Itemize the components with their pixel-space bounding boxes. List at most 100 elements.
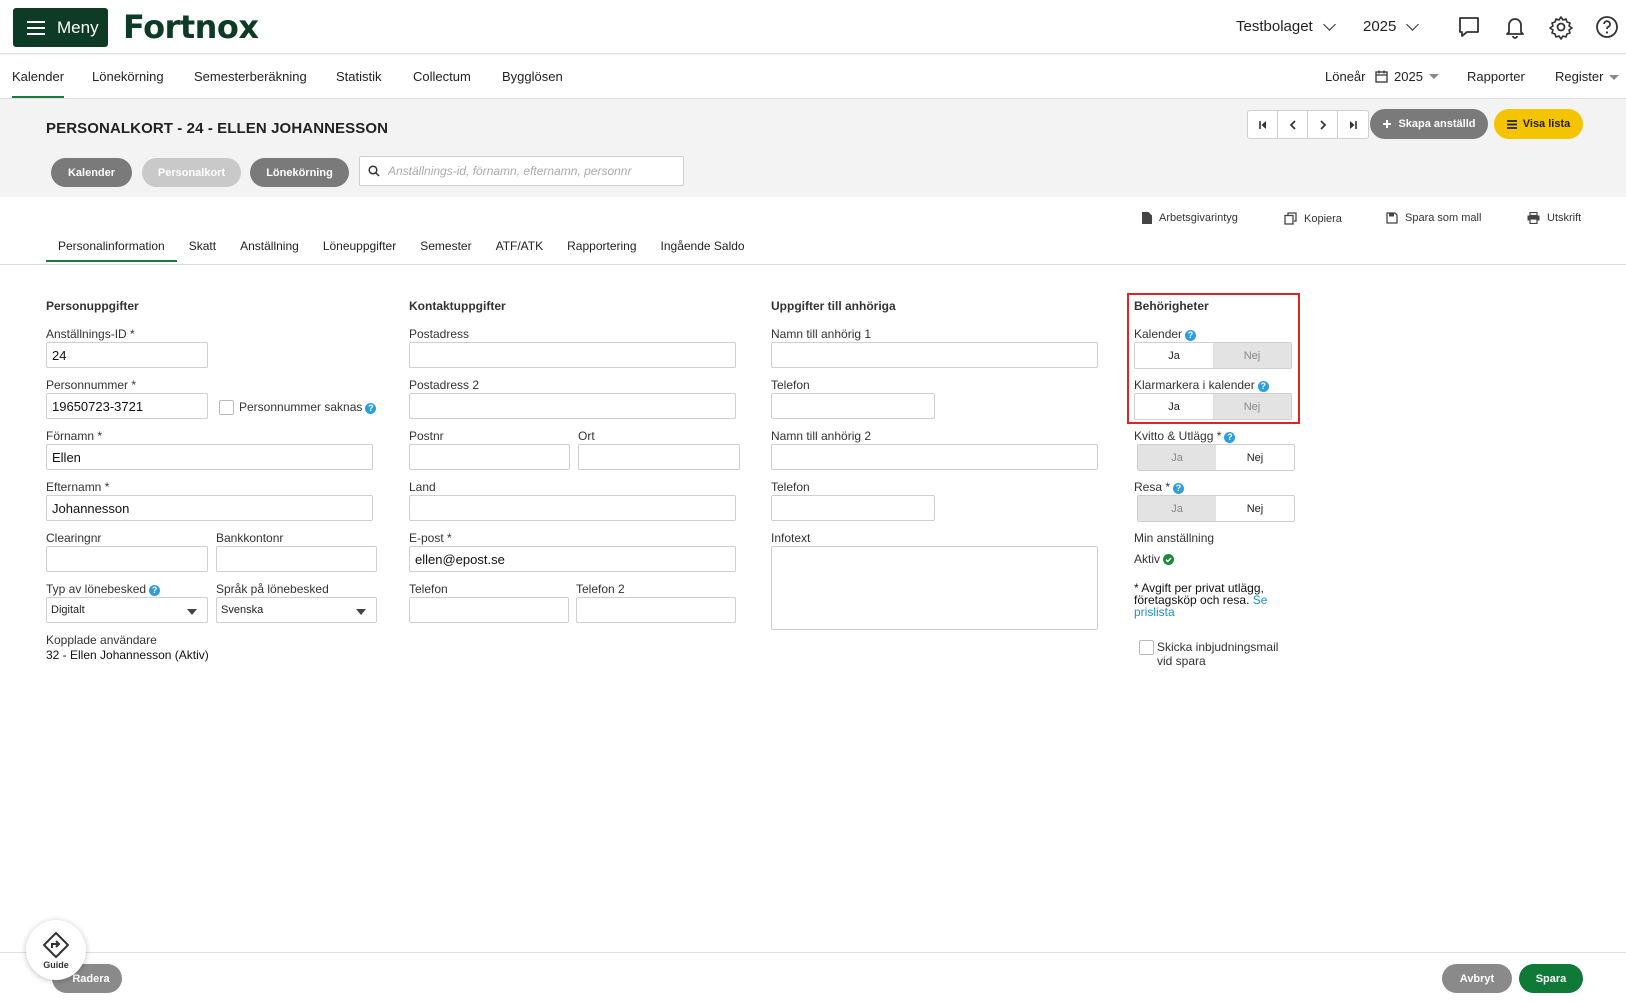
label-clearingnr: Clearingnr: [46, 531, 102, 545]
label-namn-anhorig-1: Namn till anhörig 1: [771, 327, 872, 341]
save-button[interactable]: Spara: [1519, 964, 1583, 993]
klarmarkera-toggle: Ja Nej: [1134, 393, 1292, 420]
klarmarkera-ja-option[interactable]: Ja: [1135, 394, 1213, 419]
help-icon[interactable]: [1594, 14, 1620, 40]
loneaar-selector[interactable]: 2025: [1375, 69, 1439, 84]
fortnox-logo[interactable]: Fortnox: [123, 8, 259, 46]
tab-ingaende-saldo[interactable]: Ingående Saldo: [649, 232, 757, 262]
last-record-button[interactable]: [1338, 111, 1368, 138]
telefon-2-input[interactable]: [576, 597, 736, 623]
help-icon[interactable]: ?: [1257, 381, 1269, 392]
action-arbetsgivarintyg[interactable]: Arbetsgivarintyg: [1142, 212, 1238, 224]
kvitto-ja-option[interactable]: Ja: [1138, 445, 1216, 470]
resa-ja-option[interactable]: Ja: [1138, 496, 1216, 521]
help-icon[interactable]: ?: [1224, 432, 1236, 443]
tab-semester[interactable]: Semester: [408, 232, 483, 262]
nav-rapporter[interactable]: Rapporter: [1467, 69, 1525, 84]
help-icon[interactable]: ?: [149, 585, 161, 596]
chevron-down-icon: [1322, 17, 1336, 31]
help-icon[interactable]: ?: [365, 403, 377, 414]
label-postadress: Postadress: [409, 327, 470, 341]
action-kopiera[interactable]: Kopiera: [1284, 212, 1342, 225]
page-title: PERSONALKORT - 24 - ELLEN JOHANNESSON: [46, 120, 389, 137]
postadress-2-input[interactable]: [409, 393, 736, 419]
tab-anstallning[interactable]: Anställning: [228, 232, 311, 262]
nav-register[interactable]: Register: [1555, 69, 1620, 84]
ort-input[interactable]: [578, 444, 740, 470]
klarmarkera-nej-option[interactable]: Nej: [1213, 394, 1291, 419]
tab-rapportering[interactable]: Rapportering: [555, 232, 648, 262]
label-fornamn: Förnamn *: [46, 429, 103, 443]
help-icon[interactable]: ?: [1173, 483, 1185, 494]
action-spara-som-mall[interactable]: Spara som mall: [1386, 212, 1481, 224]
personnummer-input[interactable]: [46, 393, 208, 419]
nav-collectum[interactable]: Collectum: [413, 69, 471, 84]
bell-icon[interactable]: [1502, 14, 1528, 40]
chevron-right-icon: [1319, 119, 1326, 130]
efternamn-input[interactable]: [46, 495, 373, 521]
next-record-button[interactable]: [1308, 111, 1338, 138]
year-selector[interactable]: 2025: [1363, 17, 1433, 35]
typ-av-lonebesked-text: Typ av lönebesked: [46, 582, 147, 596]
guide-icon: [43, 931, 69, 958]
help-icon[interactable]: ?: [1185, 330, 1197, 341]
telefon-input[interactable]: [409, 597, 569, 623]
show-list-button[interactable]: Visa lista: [1494, 109, 1583, 139]
company-selector[interactable]: Testbolaget: [1236, 17, 1346, 35]
infotext-textarea[interactable]: [771, 546, 1098, 630]
nav-kalender[interactable]: Kalender: [12, 69, 65, 98]
land-input[interactable]: [409, 495, 736, 521]
dropdown-arrow-icon: [187, 609, 197, 615]
label-efternamn: Efternamn *: [46, 480, 110, 494]
guide-button[interactable]: Guide: [26, 920, 86, 980]
action-utskrift[interactable]: Utskrift: [1527, 212, 1581, 224]
label-postnr: Postnr: [409, 429, 444, 443]
typ-av-lonebesked-select[interactable]: Digitalt: [46, 597, 208, 623]
telefon-anhorig-2-input[interactable]: [771, 495, 935, 521]
postnr-input[interactable]: [409, 444, 570, 470]
gear-icon[interactable]: [1548, 14, 1574, 40]
tab-skatt[interactable]: Skatt: [177, 232, 228, 262]
label-postadress-2: Postadress 2: [409, 378, 480, 392]
search-input[interactable]: [388, 164, 668, 178]
epost-input[interactable]: [409, 546, 736, 572]
cancel-button[interactable]: Avbryt: [1442, 964, 1512, 993]
footer-bar: Radera Avbryt Spara: [0, 952, 1626, 1002]
namn-anhorig-2-input[interactable]: [771, 444, 1098, 470]
personnummer-saknas-checkbox[interactable]: [219, 400, 234, 415]
kalender-nej-option[interactable]: Nej: [1213, 343, 1291, 368]
resa-nej-option[interactable]: Nej: [1216, 496, 1294, 521]
fornamn-input[interactable]: [46, 444, 373, 470]
label-kalender-permission: Kalender?: [1134, 327, 1197, 341]
tab-personalinformation[interactable]: Personalinformation: [46, 232, 177, 262]
invite-mail-checkbox[interactable]: [1139, 640, 1154, 655]
label-infotext: Infotext: [771, 531, 811, 545]
kalender-ja-option[interactable]: Ja: [1135, 343, 1213, 368]
bankkontonr-input[interactable]: [216, 546, 377, 572]
label-min-anstallning: Min anställning: [1134, 531, 1215, 545]
create-employee-button[interactable]: Skapa anställd: [1370, 109, 1488, 139]
plus-icon: [1383, 120, 1392, 128]
arbetsgivarintyg-label: Arbetsgivarintyg: [1159, 212, 1238, 224]
tab-loneuppgifter[interactable]: Löneuppgifter: [311, 232, 408, 262]
pill-kalender[interactable]: Kalender: [51, 158, 132, 187]
prev-record-button[interactable]: [1278, 111, 1308, 138]
sprak-pa-lonebesked-select[interactable]: Svenska: [216, 597, 377, 623]
employee-search: [359, 156, 684, 186]
postadress-input[interactable]: [409, 342, 736, 368]
menu-button[interactable]: Meny: [13, 8, 108, 47]
pill-lonekorning[interactable]: Lönekörning: [250, 158, 349, 187]
clearingnr-input[interactable]: [46, 546, 208, 572]
namn-anhorig-1-input[interactable]: [771, 342, 1098, 368]
first-record-button[interactable]: [1248, 111, 1278, 138]
anstallnings-id-input[interactable]: [46, 342, 208, 368]
pill-personalkort[interactable]: Personalkort: [142, 158, 241, 187]
nav-bygglosen[interactable]: Bygglösen: [502, 69, 563, 84]
kvitto-nej-option[interactable]: Nej: [1216, 445, 1294, 470]
tab-atf-atk[interactable]: ATF/ATK: [484, 232, 556, 262]
nav-semesterberakning[interactable]: Semesterberäkning: [194, 69, 307, 84]
nav-lonekorning[interactable]: Lönekörning: [92, 69, 164, 84]
nav-statistik[interactable]: Statistik: [336, 69, 382, 84]
telefon-anhorig-1-input[interactable]: [771, 393, 935, 419]
chat-icon[interactable]: [1456, 14, 1482, 40]
